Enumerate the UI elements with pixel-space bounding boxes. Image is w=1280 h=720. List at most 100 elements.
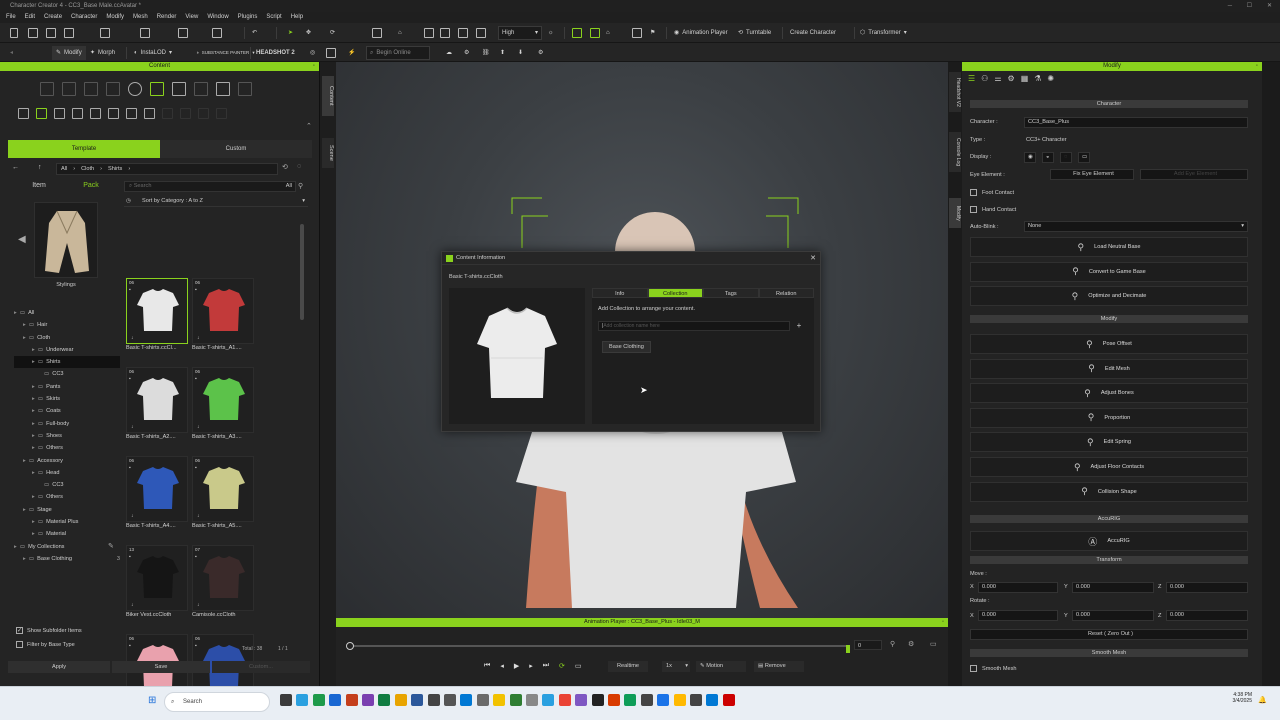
other-filter-icon[interactable] [144, 108, 155, 119]
hanger-icon[interactable] [18, 108, 29, 119]
scene-category-icon[interactable] [216, 82, 230, 96]
side-tab-scene[interactable]: Scene [322, 138, 334, 168]
up-arrow-icon[interactable]: ↑ [38, 164, 42, 171]
import-icon[interactable] [100, 26, 110, 40]
window-icon[interactable]: ▭ [930, 640, 937, 648]
prev-icon[interactable]: ◂ [10, 46, 13, 60]
dialog-tab-relation[interactable]: Relation [758, 288, 814, 298]
collection-tag[interactable]: Base Clothing [602, 341, 651, 353]
expand-arrow-icon[interactable]: ▸ [32, 494, 35, 500]
new-project-icon[interactable] [10, 26, 18, 40]
photos-icon[interactable] [526, 694, 538, 706]
rotate-x-input[interactable]: 0.000 [978, 610, 1058, 621]
pose-offset-button[interactable]: ⚲ Pose Offset [970, 334, 1248, 354]
substance-button[interactable]: ◑ SUBSTANCE PAINTER ▾ [196, 46, 255, 60]
upload-icon[interactable]: ⬆ [500, 46, 505, 60]
section-accurig[interactable]: AccuRIG [970, 515, 1248, 523]
section-modify[interactable]: Modify [970, 315, 1248, 323]
character-category-icon[interactable] [40, 82, 54, 96]
tree-item[interactable]: ▸ ▭ Material Plus [14, 516, 120, 528]
rec-icon[interactable] [722, 694, 735, 706]
export-icon[interactable] [64, 26, 74, 40]
menu-item-mesh[interactable]: Mesh [133, 12, 148, 23]
menu-item-plugins[interactable]: Plugins [238, 12, 258, 23]
accessory-category-icon[interactable] [172, 82, 186, 96]
loop-mode-icon[interactable]: ⟳ [559, 662, 565, 670]
settings-app-icon[interactable] [476, 694, 489, 706]
expand-arrow-icon[interactable]: ▸ [23, 507, 26, 513]
skip-start-icon[interactable]: ⏮ [484, 662, 490, 670]
accurig-button[interactable]: Ⓐ AccuRIG [970, 531, 1248, 551]
expand-arrow-icon[interactable]: ▸ [23, 335, 26, 341]
move-y-input[interactable]: 0.000 [1072, 582, 1154, 593]
breadcrumb-item[interactable]: Cloth [81, 164, 94, 174]
motion-tool-icon[interactable]: ⚇ [981, 74, 988, 83]
puppet-icon[interactable] [632, 26, 642, 40]
menu-circle-icon[interactable]: ◌ [297, 163, 301, 170]
mesh-icon[interactable]: ⌂ [606, 26, 610, 40]
load-neutral-base-button[interactable]: ⚲ Load Neutral Base [970, 237, 1248, 257]
undo-icon[interactable]: ↶ [252, 26, 257, 40]
dialog-tab-collection[interactable]: Collection [647, 288, 703, 298]
screenshot-icon[interactable] [140, 26, 150, 40]
skip-end-icon[interactable]: ⏭ [543, 662, 549, 670]
tree-item[interactable]: ▸ ▭ Shirts [14, 356, 120, 369]
adjust-bones-button[interactable]: ⚲ Adjust Bones [970, 383, 1248, 404]
checker-tool-icon[interactable]: ▦ [1021, 74, 1029, 83]
remove-button[interactable]: ▤ Remove [754, 661, 804, 672]
panel-close-icon[interactable]: ◦ [313, 62, 315, 71]
move-x-input[interactable]: 0.000 [978, 582, 1058, 593]
xray-icon[interactable]: ◌ [1060, 152, 1072, 163]
onenote-icon[interactable] [362, 694, 374, 706]
content-item[interactable]: 07 ▪ ↓ Camisole.ccCloth [192, 545, 254, 618]
mesh-display-icon[interactable]: ▭ [1078, 152, 1090, 163]
tree-item[interactable]: ▸ ▭ Others [14, 442, 120, 454]
styling-preview[interactable] [34, 202, 98, 278]
close-icon[interactable]: ✕ [1267, 0, 1272, 12]
convert-to-game-base-button[interactable]: ⚲ Convert to Game Base [970, 261, 1248, 282]
rotate-tool-icon[interactable]: ⟳ [330, 26, 335, 40]
optimize-and-decimate-button[interactable]: ⚲ Optimize and Decimate [970, 286, 1248, 306]
tree-item[interactable]: ▸ ▭ Pants [14, 381, 120, 393]
sun-icon[interactable]: ☼ [548, 26, 554, 40]
wire-icon[interactable] [458, 26, 468, 40]
effects-tool-icon[interactable]: ✺ [1047, 74, 1054, 83]
skirt-filter-icon[interactable] [72, 108, 83, 119]
zoom-icon[interactable] [657, 694, 670, 706]
adjust-floor-contacts-button[interactable]: ⚲ Adjust Floor Contacts [970, 457, 1248, 477]
move-tool-icon[interactable]: ✥ [306, 26, 311, 40]
collision-shape-button[interactable]: ⚲ Collision Shape [970, 481, 1248, 502]
app-icon[interactable] [591, 694, 604, 706]
expand-arrow-icon[interactable]: ▸ [23, 458, 26, 464]
section-smooth-mesh[interactable]: Smooth Mesh [970, 649, 1248, 657]
create-character-button[interactable]: Create Character [790, 26, 836, 40]
section-character[interactable]: Character [970, 100, 1248, 108]
headshot-button[interactable]: HEADSHOT 2 [256, 46, 295, 60]
minimize-icon[interactable]: ─ [1228, 0, 1232, 12]
store-icon[interactable] [460, 694, 473, 706]
edit-pencil-icon[interactable]: ✎ [108, 542, 114, 550]
camera-home-icon[interactable]: ⌂ [398, 26, 402, 40]
fix-eye-button[interactable]: Fix Eye Element [1050, 169, 1134, 180]
tree-item[interactable]: ▸ ▭ Accessory [14, 455, 120, 467]
settings-icon[interactable]: ⚙ [464, 46, 469, 60]
motion-dropdown[interactable]: ✎ Motion [696, 661, 746, 672]
vs-icon[interactable] [575, 694, 588, 706]
content-search-input[interactable]: ⌕ Search All [124, 181, 296, 192]
pager[interactable]: 1 / 1 [278, 646, 288, 652]
chrome-icon[interactable] [312, 694, 325, 706]
modify-mode-button[interactable]: ✎ Modify [52, 46, 86, 60]
expand-arrow-icon[interactable]: ▸ [32, 396, 35, 402]
spotify-icon[interactable] [624, 694, 637, 706]
quality-dropdown[interactable]: High ▾ [498, 26, 542, 40]
file-explorer-icon[interactable] [394, 694, 407, 706]
tree-item[interactable]: ▭ CC3 [14, 479, 120, 491]
frame-icon[interactable] [424, 26, 434, 40]
auto-blink-dropdown[interactable]: None ▾ [1024, 221, 1248, 232]
search-online-input[interactable]: ⌕ Begin Online [366, 46, 430, 60]
content-item[interactable]: 06 ▪ ↓ Basic T-shirts_A1.... [192, 278, 254, 351]
tree-item[interactable]: ▸ ▭ Head [14, 467, 120, 479]
shirt-filter-icon[interactable] [36, 108, 47, 119]
edge-browser-icon[interactable] [296, 694, 309, 706]
tree-item[interactable]: ▸ ▭ All [14, 307, 120, 319]
